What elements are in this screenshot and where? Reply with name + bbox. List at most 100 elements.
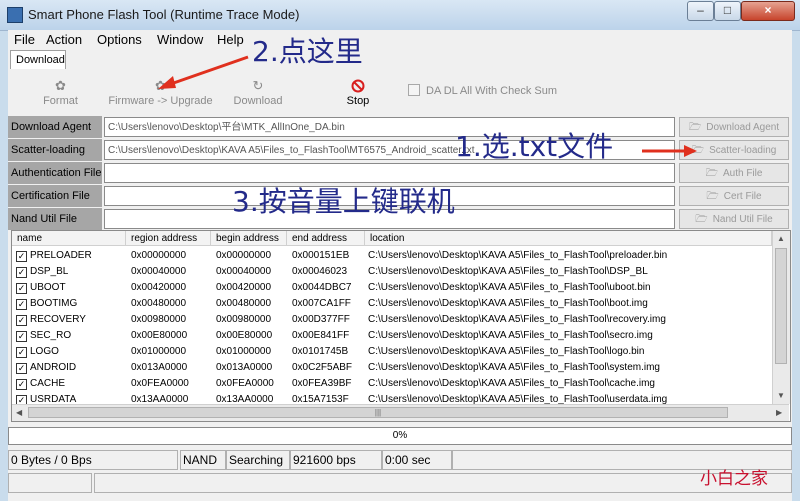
row-region: 0x00980000	[131, 314, 187, 325]
stop-icon	[351, 79, 365, 93]
auth-file-label: Authentication File	[8, 162, 102, 184]
folder-icon: 🗁	[691, 145, 705, 156]
row-location: C:\Users\lenovo\Desktop\KAVA A5\Files_to…	[368, 266, 648, 277]
table-row[interactable]: ✓ SEC_RO 0x00E80000 0x00E80000 0x00E841F…	[12, 328, 772, 344]
menu-file[interactable]: File	[14, 32, 35, 47]
minimize-button[interactable]: –	[687, 1, 714, 21]
stop-label: Stop	[346, 95, 370, 107]
row-checkbox[interactable]: ✓	[16, 315, 27, 326]
column-header-begin[interactable]: begin address	[211, 231, 287, 246]
horizontal-scrollbar[interactable]: ◀ ||| ▶	[12, 404, 789, 421]
annotation-step3: 3.按音量上键联机	[232, 185, 455, 218]
folder-icon: 🗁	[706, 191, 719, 202]
status-cell	[94, 473, 792, 493]
row-begin: 0x0FEA0000	[216, 378, 274, 389]
download-label: Download	[233, 95, 283, 107]
row-end: 0x007CA1FF	[292, 298, 351, 309]
progress-text: 0%	[392, 430, 408, 441]
watermark: 小白之家	[700, 469, 768, 489]
format-button[interactable]: ✿ Format	[38, 79, 83, 108]
table-row[interactable]: ✓ PRELOADER 0x00000000 0x00000000 0x0001…	[12, 248, 772, 264]
table-row[interactable]: ✓ UBOOT 0x00420000 0x00420000 0x0044DBC7…	[12, 280, 772, 296]
row-checkbox[interactable]: ✓	[16, 379, 27, 390]
menu-bar: File Action Options Window Help	[8, 30, 792, 48]
menu-action[interactable]: Action	[46, 32, 82, 47]
folder-icon: 🗁	[705, 168, 718, 179]
menu-help[interactable]: Help	[217, 32, 244, 47]
download-agent-button-label: Download Agent	[706, 122, 780, 133]
scroll-up-icon[interactable]: ▲	[777, 234, 785, 243]
download-icon: ↻	[252, 78, 264, 93]
row-begin: 0x013A0000	[216, 362, 273, 373]
row-name: CACHE	[30, 378, 66, 389]
row-name: DSP_BL	[30, 266, 69, 277]
row-region: 0x00000000	[131, 250, 187, 261]
scatter-loading-button[interactable]: 🗁 Scatter-loading	[679, 140, 789, 160]
column-header-name[interactable]: name	[12, 231, 126, 246]
row-checkbox[interactable]: ✓	[16, 299, 27, 310]
column-header-location[interactable]: location	[365, 231, 772, 246]
row-end: 0x000151EB	[292, 250, 350, 261]
nand-util-button-label: Nand Util File	[712, 214, 773, 225]
maximize-button[interactable]: □	[714, 1, 741, 21]
firmware-upgrade-button[interactable]: ✿ Firmware -> Upgrade	[108, 79, 213, 108]
title-bar: Smart Phone Flash Tool (Runtime Trace Mo…	[0, 0, 800, 31]
download-button[interactable]: ↻ Download	[230, 78, 286, 108]
auth-file-field[interactable]	[104, 163, 675, 183]
horizontal-scroll-thumb[interactable]: |||	[28, 407, 728, 418]
row-location: C:\Users\lenovo\Desktop\KAVA A5\Files_to…	[368, 346, 645, 357]
row-location: C:\Users\lenovo\Desktop\KAVA A5\Files_to…	[368, 250, 668, 261]
scroll-down-icon[interactable]: ▼	[777, 391, 785, 400]
vertical-scrollbar[interactable]: ▲ ▼	[772, 231, 790, 404]
table-row[interactable]: ✓ BOOTIMG 0x00480000 0x00480000 0x007CA1…	[12, 296, 772, 312]
auth-file-button[interactable]: 🗁 Auth File	[679, 163, 789, 183]
column-header-region[interactable]: region address	[126, 231, 211, 246]
row-location: C:\Users\lenovo\Desktop\KAVA A5\Files_to…	[368, 362, 660, 373]
row-region: 0x0FEA0000	[131, 378, 189, 389]
annotation-step1: 1.选.txt文件	[455, 130, 614, 163]
vertical-scroll-thumb[interactable]	[775, 248, 787, 364]
annotation-step2: 2.点这里	[252, 35, 363, 68]
row-end: 0x0044DBC7	[292, 282, 352, 293]
row-begin: 0x00480000	[216, 298, 272, 309]
scatter-loading-button-label: Scatter-loading	[709, 145, 777, 156]
cert-file-button[interactable]: 🗁 Cert File	[679, 186, 789, 206]
menu-options[interactable]: Options	[97, 32, 142, 47]
status-cell	[8, 473, 92, 493]
close-button[interactable]: ×	[741, 1, 795, 21]
table-row[interactable]: ✓ ANDROID 0x013A0000 0x013A0000 0x0C2F5A…	[12, 360, 772, 376]
column-header-end[interactable]: end address	[287, 231, 365, 246]
status-state: Searching	[226, 450, 290, 470]
row-region: 0x00420000	[131, 282, 187, 293]
row-checkbox[interactable]: ✓	[16, 363, 27, 374]
table-row[interactable]: ✓ LOGO 0x01000000 0x01000000 0x0101745B …	[12, 344, 772, 360]
row-end: 0x00D377FF	[292, 314, 350, 325]
row-location: C:\Users\lenovo\Desktop\KAVA A5\Files_to…	[368, 282, 651, 293]
status-storage: NAND	[180, 450, 226, 470]
row-checkbox[interactable]: ✓	[16, 267, 27, 278]
row-begin: 0x01000000	[216, 346, 272, 357]
status-time: 0:00 sec	[382, 450, 452, 470]
scroll-right-icon[interactable]: ▶	[776, 408, 782, 417]
row-checkbox[interactable]: ✓	[16, 331, 27, 342]
folder-icon: 🗁	[695, 214, 708, 225]
row-region: 0x01000000	[131, 346, 187, 357]
row-checkbox[interactable]: ✓	[16, 347, 27, 358]
stop-button[interactable]: Stop	[341, 79, 375, 107]
download-agent-button[interactable]: 🗁 Download Agent	[679, 117, 789, 137]
table-row[interactable]: ✓ RECOVERY 0x00980000 0x00980000 0x00D37…	[12, 312, 772, 328]
menu-window[interactable]: Window	[157, 32, 203, 47]
row-checkbox[interactable]: ✓	[16, 251, 27, 262]
table-row[interactable]: ✓ CACHE 0x0FEA0000 0x0FEA0000 0x0FEA39BF…	[12, 376, 772, 392]
row-checkbox[interactable]: ✓	[16, 283, 27, 294]
table-row[interactable]: ✓ DSP_BL 0x00040000 0x00040000 0x0004602…	[12, 264, 772, 280]
nand-util-button[interactable]: 🗁 Nand Util File	[679, 209, 789, 229]
checksum-checkbox[interactable]: DA DL All With Check Sum	[408, 84, 557, 97]
row-location: C:\Users\lenovo\Desktop\KAVA A5\Files_to…	[368, 330, 653, 341]
scroll-left-icon[interactable]: ◀	[16, 408, 22, 417]
row-begin: 0x00420000	[216, 282, 272, 293]
checksum-label: DA DL All With Check Sum	[426, 85, 558, 97]
row-end: 0x00E841FF	[292, 330, 350, 341]
row-begin: 0x00000000	[216, 250, 272, 261]
tab-download[interactable]: Download	[10, 50, 66, 69]
